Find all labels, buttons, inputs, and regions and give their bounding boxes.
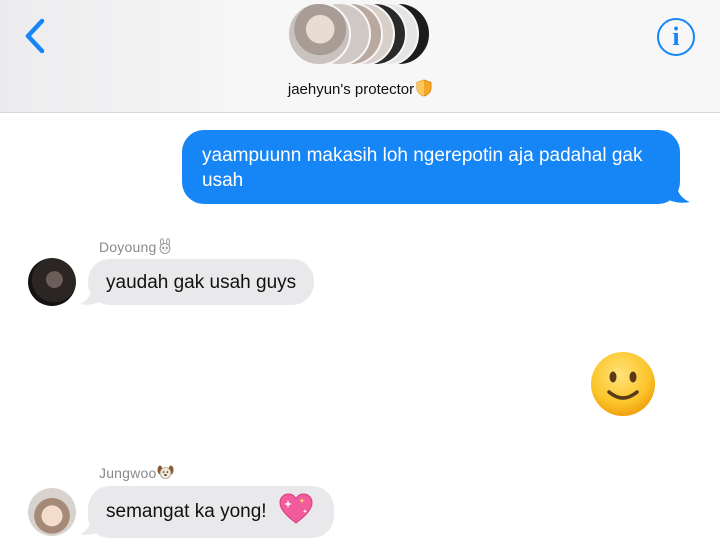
chat-header: jaehyun's protector i: [0, 0, 720, 113]
group-name-text: jaehyun's protector: [287, 81, 415, 98]
avatar-jungwoo[interactable]: [28, 488, 76, 536]
outgoing-message-bubble[interactable]: yaampuunn makasih loh ngerepotin aja pad…: [182, 130, 680, 204]
group-title[interactable]: jaehyun's protector: [0, 79, 720, 98]
shield-emoji-icon: [416, 79, 432, 97]
group-avatar-stack[interactable]: [287, 2, 437, 68]
sparkling-heart-emoji: [279, 493, 313, 524]
outgoing-bubble-tail: [662, 180, 690, 203]
rabbit-emoji-icon: [160, 238, 171, 254]
incoming-message-bubble[interactable]: semangat ka yong!: [88, 486, 334, 538]
avatar-doyoung[interactable]: [28, 258, 76, 306]
group-main-avatar: [287, 2, 351, 66]
incoming-message-bubble[interactable]: yaudah gak usah guys: [88, 259, 315, 305]
dog-emoji-icon: [157, 465, 174, 479]
message-text: yaudah gak usah guys: [106, 272, 297, 293]
sender-name-jungwoo: Jungwoo: [99, 464, 174, 481]
chevron-left-icon[interactable]: [20, 16, 50, 56]
message-text: yaampuunn makasih loh ngerepotin aja pad…: [202, 145, 643, 191]
message-text: semangat ka yong!: [106, 501, 267, 522]
slightly-smiling-face-emoji[interactable]: [589, 350, 657, 418]
sender-name-doyoung: Doyoung: [99, 238, 173, 255]
info-icon[interactable]: i: [657, 18, 695, 56]
